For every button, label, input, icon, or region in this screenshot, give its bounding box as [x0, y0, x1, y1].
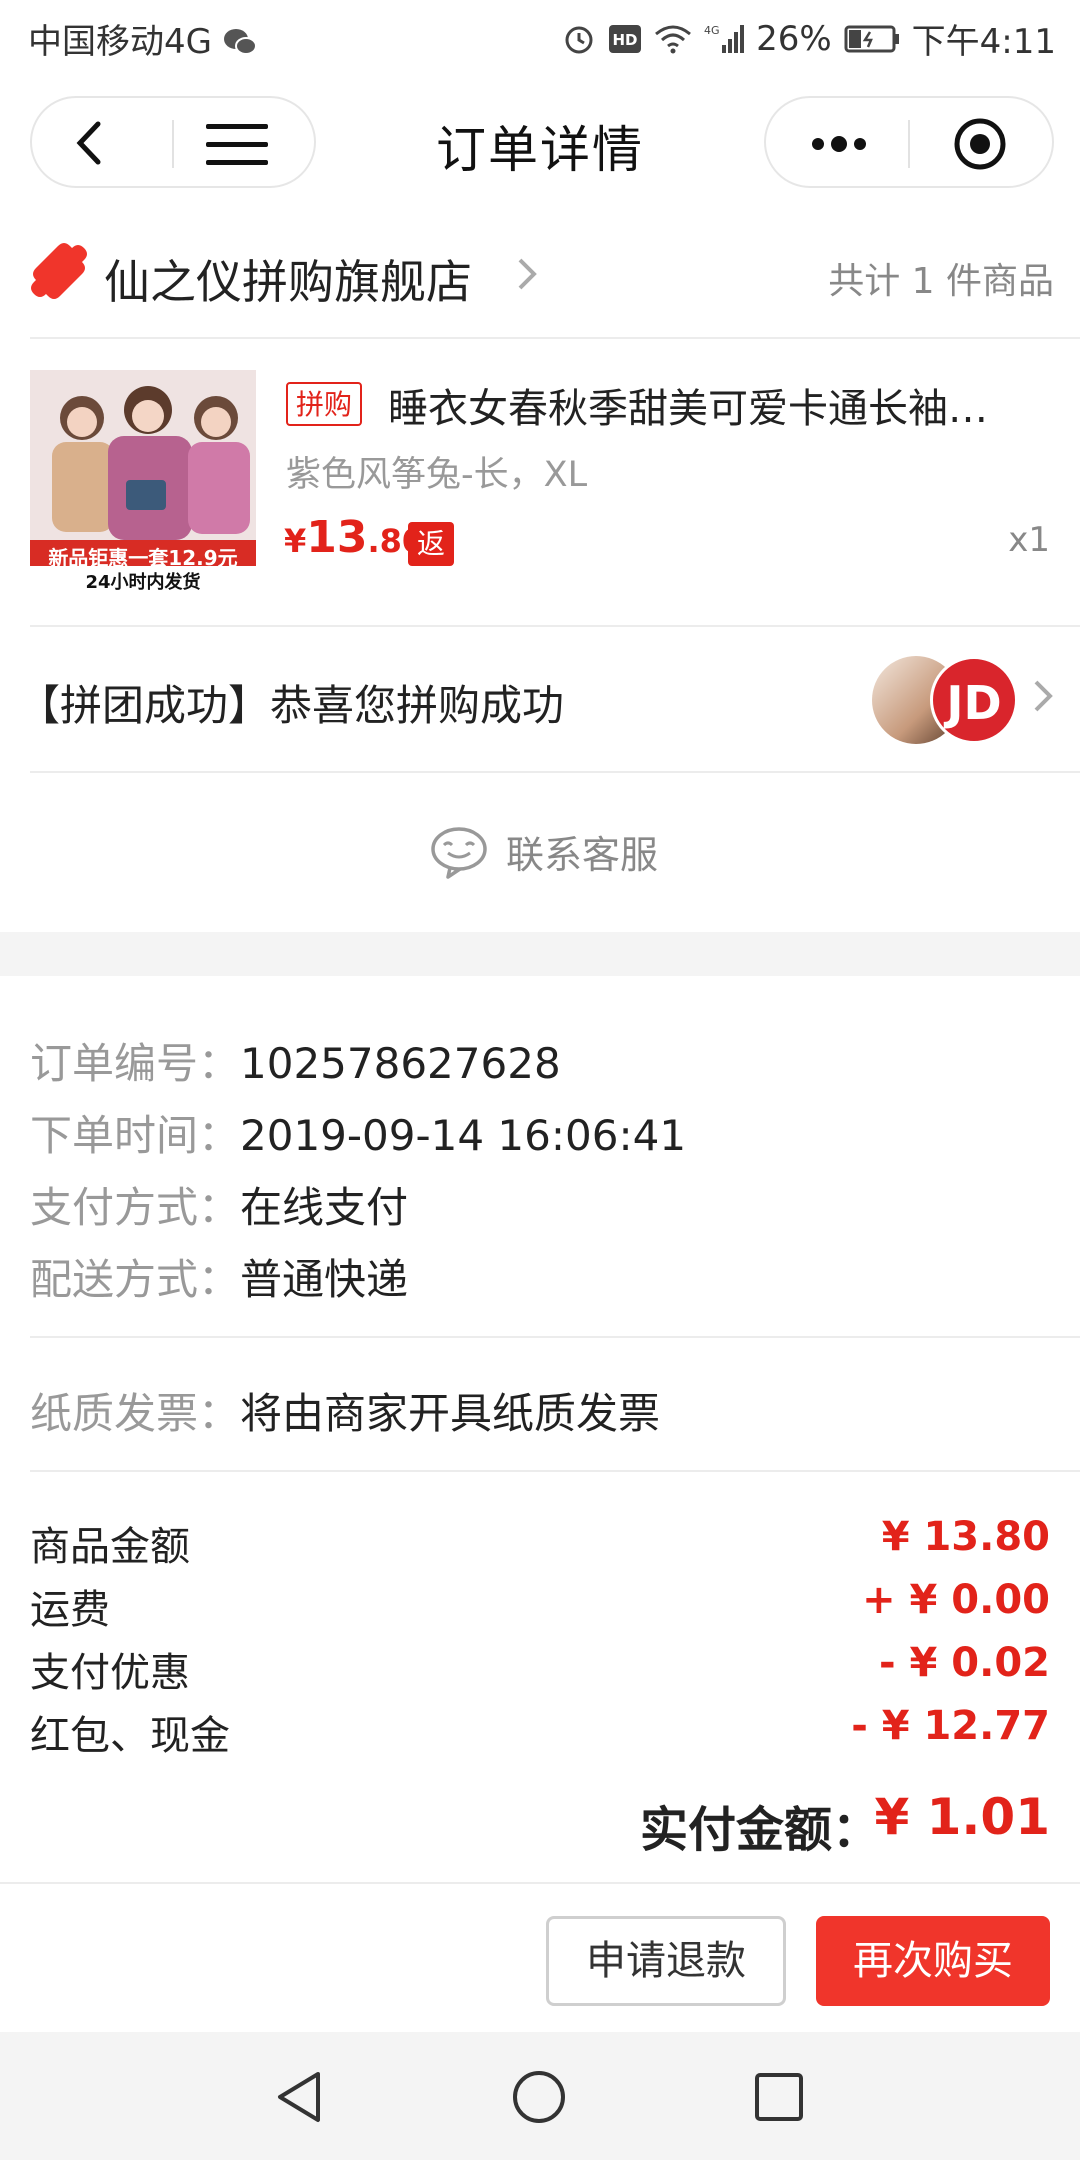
- more-button[interactable]: [804, 122, 874, 166]
- goods-amount-label: 商品金额: [30, 1524, 190, 1570]
- divider: [30, 1336, 1080, 1338]
- service-row: 联系客服: [0, 772, 1080, 932]
- total-paid-label: 实付金额：: [639, 1802, 880, 1858]
- shop-name: 仙之仪拼购旗舰店: [104, 255, 472, 309]
- redpacket-cash-value: - ¥ 12.77: [851, 1703, 1050, 1749]
- payment-discount-label: 支付优惠: [30, 1650, 190, 1696]
- redpacket-cash-label: 红包、现金: [30, 1713, 230, 1759]
- product-price: ¥13.80: [284, 512, 424, 563]
- product-image[interactable]: 新品钜惠一套12.9元 24小时内发货: [30, 370, 256, 596]
- order-time-label: 下单时间：: [30, 1111, 241, 1160]
- nav-capsule-right: [764, 96, 1054, 188]
- contact-service-button[interactable]: 联系客服: [430, 824, 658, 879]
- price-integer: 13: [306, 512, 368, 563]
- invoice-row: 纸质发票：将由商家开具纸质发票: [30, 1380, 660, 1441]
- more-icon: [812, 136, 866, 152]
- target-icon: [954, 118, 1006, 170]
- battery-percent: 26%: [756, 18, 832, 59]
- bottom-action-bar: 申请退款 再次购买: [0, 1882, 1080, 2032]
- delivery-method-row: 配送方式：普通快递: [30, 1246, 408, 1307]
- chevron-right-icon: [518, 258, 537, 290]
- refund-button[interactable]: 申请退款: [546, 1916, 786, 2006]
- status-icons: HD 4G 26% 下午4:11: [562, 14, 1056, 63]
- invoice-value: 将由商家开具纸质发票: [240, 1389, 661, 1438]
- svg-text:4G: 4G: [704, 24, 720, 37]
- shipping-fee-label: 运费: [30, 1587, 110, 1633]
- close-miniapp-button[interactable]: [950, 114, 1010, 174]
- order-number-label: 订单编号：: [30, 1039, 241, 1088]
- alarm-icon: [565, 26, 593, 53]
- delivery-method-label: 配送方式：: [30, 1255, 241, 1304]
- nav-recent-icon[interactable]: [752, 2070, 806, 2124]
- item-count: 共计 1 件商品: [828, 261, 1054, 302]
- order-time-row: 下单时间：2019-09-14 16:06:41: [30, 1102, 686, 1163]
- payment-discount-value: - ¥ 0.02: [879, 1640, 1050, 1686]
- group-status-text: 【拼团成功】恭喜您拼购成功: [18, 681, 565, 730]
- contact-service-label: 联系客服: [506, 833, 659, 877]
- product-promo-text: 新品钜惠一套12.9元: [48, 546, 238, 570]
- wechat-icon: [223, 29, 257, 55]
- nav-back-icon[interactable]: [270, 2068, 330, 2126]
- product-spec: 紫色风筝兔-长，XL: [286, 455, 588, 495]
- payment-method-row: 支付方式：在线支付: [30, 1174, 408, 1235]
- divider: [30, 1470, 1080, 1472]
- wifi-icon: [655, 25, 692, 53]
- avatar: JD: [930, 656, 1018, 744]
- customer-service-icon: [431, 826, 487, 879]
- chevron-right-icon: [1034, 680, 1053, 712]
- goods-amount-value: ¥ 13.80: [881, 1514, 1050, 1560]
- svg-text:HD: HD: [613, 31, 638, 49]
- total-paid-value: ¥ 1.01: [874, 1788, 1050, 1846]
- divider: [30, 337, 1080, 339]
- carrier-label: 中国移动4G: [28, 14, 257, 63]
- group-status-row[interactable]: 【拼团成功】恭喜您拼购成功 JD: [0, 626, 1080, 770]
- order-number-row: 订单编号：102578627628: [30, 1030, 561, 1091]
- invoice-label: 纸质发票：: [30, 1389, 241, 1438]
- shipping-fee-value: + ¥ 0.00: [862, 1577, 1050, 1623]
- status-bar: 中国移动4G HD 4G 26% 下午4:11: [0, 0, 1080, 76]
- nav-bar: 订单详情: [0, 76, 1080, 216]
- order-time-value: 2019-09-14 16:06:41: [240, 1111, 687, 1160]
- buy-again-button[interactable]: 再次购买: [816, 1916, 1050, 2006]
- payment-method-value: 在线支付: [240, 1183, 409, 1232]
- hd-icon: HD: [609, 24, 642, 53]
- price-symbol: ¥: [284, 522, 307, 560]
- product-title: 睡衣女春秋季甜美可爱卡通长袖…: [388, 386, 988, 432]
- rebate-tag: 返: [408, 522, 454, 566]
- signal-icon: 4G: [704, 24, 745, 53]
- shop-logo-icon: [31, 243, 87, 299]
- product-ship-text: 24小时内发货: [85, 572, 201, 593]
- product-quantity: x1: [1008, 520, 1050, 560]
- order-number-value: 102578627628: [240, 1039, 561, 1088]
- clock: 下午4:11: [911, 22, 1056, 62]
- system-nav-bar: [0, 2032, 1080, 2160]
- shop-header[interactable]: 仙之仪拼购旗舰店 共计 1 件商品: [0, 216, 1080, 338]
- payment-method-label: 支付方式：: [30, 1183, 241, 1232]
- section-gap: [0, 932, 1080, 976]
- delivery-method-value: 普通快递: [240, 1255, 409, 1304]
- group-buy-tag: 拼购: [286, 382, 362, 426]
- nav-home-icon[interactable]: [510, 2068, 568, 2126]
- battery-icon: [844, 25, 899, 52]
